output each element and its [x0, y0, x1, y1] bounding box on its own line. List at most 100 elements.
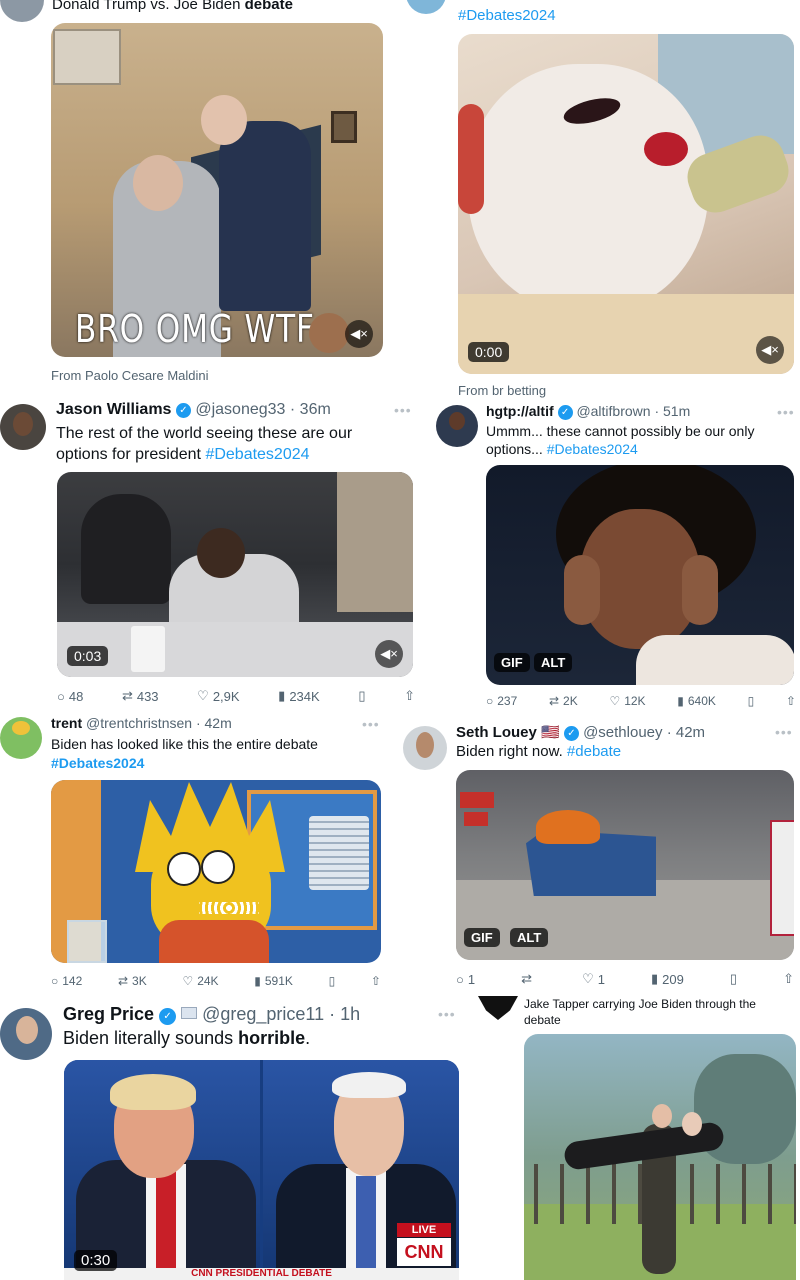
views-button[interactable]: ▮ 209: [651, 971, 684, 987]
share-button[interactable]: ⇧: [404, 688, 415, 704]
views-button[interactable]: ▮ 640K: [677, 694, 716, 708]
avatar[interactable]: [406, 0, 446, 14]
avatar[interactable]: [403, 726, 447, 770]
more-options-icon[interactable]: •••: [394, 402, 412, 418]
more-options-icon[interactable]: •••: [362, 716, 380, 732]
views-icon: ▮: [650, 971, 659, 986]
glass: [67, 920, 107, 963]
views-button[interactable]: ▮ 234K: [278, 688, 320, 704]
like-button[interactable]: ♡ 12K: [609, 694, 645, 708]
tweet-time: · 1h: [329, 1004, 361, 1024]
author-name[interactable]: hgtp://altif: [486, 403, 554, 419]
media-source[interactable]: From Paolo Cesare Maldini: [51, 368, 209, 383]
video-duration: 0:00: [468, 342, 510, 362]
sign-red-2: [464, 812, 488, 826]
author-name[interactable]: Seth Louey: [456, 724, 537, 741]
media-source[interactable]: From br betting: [458, 383, 546, 398]
tweet-text: The rest of the world seeing these are o…: [56, 425, 353, 463]
share-icon: ⇧: [370, 974, 381, 988]
like-button[interactable]: ♡ 1: [582, 971, 605, 987]
hashtag[interactable]: #Debates2024: [51, 754, 371, 773]
share-icon: ⇧: [783, 971, 794, 986]
video-overlay-text: BRO OMG WTF: [75, 307, 315, 351]
more-options-icon[interactable]: •••: [777, 404, 795, 420]
gif-badge: GIF: [464, 928, 500, 947]
like-button[interactable]: ♡ 24K: [182, 974, 218, 988]
heart-icon: ♡: [197, 688, 209, 703]
reply-button[interactable]: ○ 237: [486, 694, 517, 708]
bookmark-button[interactable]: ▯: [730, 971, 737, 987]
mute-icon[interactable]: ◀×: [756, 336, 784, 364]
tweet-text: Donald Trump vs. Joe Biden debate: [52, 0, 293, 13]
avatar[interactable]: [0, 404, 46, 450]
cnn-logo: CNN: [397, 1238, 451, 1266]
alt-badge[interactable]: ALT: [510, 928, 549, 947]
author-name[interactable]: Jason Williams: [56, 401, 171, 418]
image[interactable]: [524, 1034, 796, 1280]
mute-icon[interactable]: ◀×: [345, 320, 373, 348]
avatar[interactable]: [478, 996, 518, 1020]
tweet-text: Biden right now. #debate: [456, 743, 622, 760]
mute-icon[interactable]: ◀×: [375, 640, 403, 668]
retweet-button[interactable]: ⇄ 3K: [118, 974, 147, 988]
heart-icon: ♡: [182, 974, 194, 988]
ruffle-collar: [458, 294, 794, 374]
host-right-head: [197, 528, 245, 578]
more-options-icon[interactable]: •••: [438, 1006, 456, 1022]
video-player[interactable]: BRO OMG WTF ◀×: [51, 23, 383, 357]
avatar[interactable]: [436, 405, 478, 447]
more-options-icon[interactable]: •••: [775, 724, 793, 740]
retweet-button[interactable]: ⇄: [521, 971, 536, 987]
avatar[interactable]: [0, 1008, 52, 1060]
reply-button[interactable]: ○ 48: [57, 689, 83, 704]
gif-player[interactable]: GIF ALT: [456, 770, 794, 960]
views-button[interactable]: ▮ 591K: [254, 974, 293, 988]
author-handle[interactable]: @jasoneg33: [195, 401, 285, 418]
video-duration: 0:03: [67, 646, 109, 666]
avatar[interactable]: [0, 0, 44, 22]
retweet-button[interactable]: ⇄ 433: [122, 688, 159, 704]
share-button[interactable]: ⇧: [783, 971, 794, 987]
tweet-header: hgtp://altif ✓ @altifbrown · 51m: [486, 403, 690, 420]
author-handle[interactable]: @sethlouey: [583, 724, 662, 741]
views-icon: ▮: [254, 974, 261, 988]
author-name[interactable]: trent: [51, 715, 82, 731]
like-button[interactable]: ♡ 2,9K: [197, 688, 239, 704]
tweet-header: trent @trentchristnsen · 42m: [51, 715, 232, 731]
alt-badge[interactable]: ALT: [534, 653, 573, 672]
tweet-header: Greg Price ✓ @greg_price11 · 1h: [63, 1004, 360, 1025]
sign-white: [770, 820, 794, 936]
video-player[interactable]: 0:00 ◀×: [458, 34, 794, 374]
author-handle[interactable]: @greg_price11: [202, 1004, 324, 1024]
reply-button[interactable]: ○ 1: [456, 972, 475, 987]
reply-button[interactable]: ○ 142: [51, 974, 82, 988]
tweet-hashtag[interactable]: #Debates2024: [458, 7, 556, 24]
woman-hand-right: [682, 555, 718, 625]
share-button[interactable]: ⇧: [371, 974, 381, 988]
bookmark-button[interactable]: ▯: [358, 688, 365, 704]
retweet-button[interactable]: ⇄ 2K: [549, 694, 578, 708]
hashtag[interactable]: #debate: [567, 743, 621, 760]
heart-icon: ♡: [582, 971, 594, 986]
wall-frame: [331, 111, 357, 143]
bookmark-button[interactable]: ▯: [748, 694, 755, 708]
affiliate-badge-icon: [181, 1007, 198, 1019]
bookmark-button[interactable]: ▯: [329, 974, 336, 988]
tweet-actions: ○ 142 ⇄ 3K ♡ 24K ▮ 591K ▯ ⇧: [51, 974, 381, 988]
sign-red: [460, 792, 494, 808]
video-player[interactable]: 0:03 ◀×: [57, 472, 413, 677]
share-button[interactable]: ⇧: [786, 694, 796, 708]
verified-icon: ✓: [563, 726, 579, 741]
hashtag[interactable]: #Debates2024: [205, 446, 309, 463]
ceiling-vent: [53, 29, 121, 85]
video-player[interactable]: LIVE CNN CNN PRESIDENTIAL DEBATE 0:30: [64, 1060, 459, 1280]
author-handle[interactable]: @trentchristnsen: [86, 715, 192, 731]
gif-player[interactable]: GIF ALT: [486, 465, 794, 685]
image[interactable]: [51, 780, 381, 963]
hashtag[interactable]: #Debates2024: [547, 441, 638, 457]
tweet-text: Biden has looked like this the entire de…: [51, 735, 371, 773]
author-handle[interactable]: @altifbrown: [576, 403, 650, 419]
share-icon: ⇧: [404, 688, 415, 703]
author-name[interactable]: Greg Price: [63, 1004, 154, 1024]
avatar[interactable]: [0, 717, 42, 759]
